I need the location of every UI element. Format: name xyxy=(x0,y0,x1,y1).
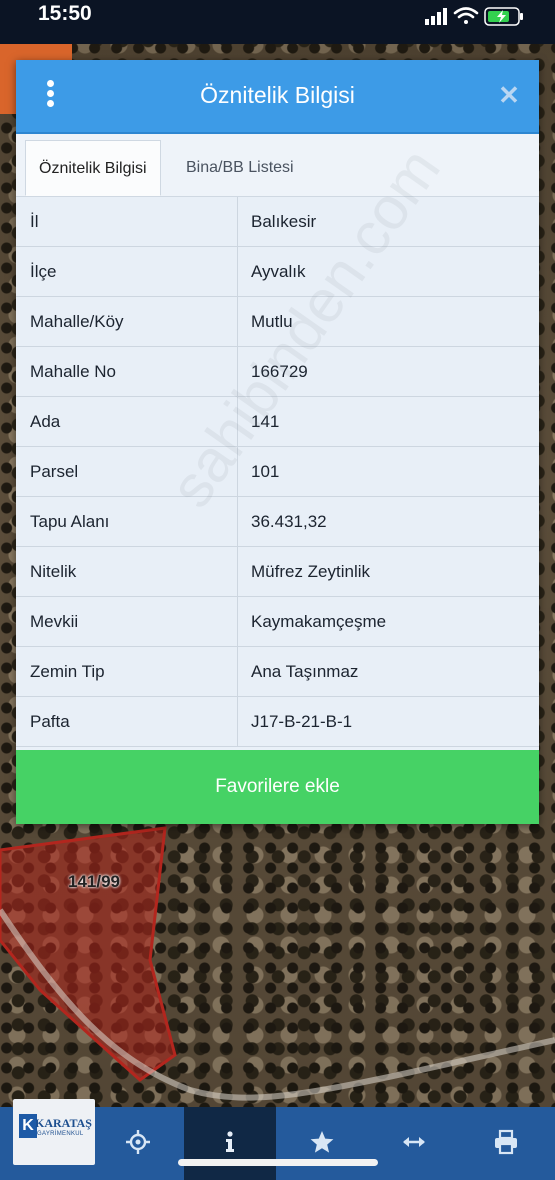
table-row: Mahalle/Köy Mutlu xyxy=(16,297,539,347)
row-value: Müfrez Zeytinlik xyxy=(251,562,371,581)
print-icon xyxy=(495,1129,517,1155)
measure-arrows-icon xyxy=(403,1137,425,1147)
star-icon xyxy=(310,1131,334,1153)
row-label: Ada xyxy=(30,412,61,431)
battery-icon xyxy=(484,7,523,26)
info-button[interactable] xyxy=(184,1107,276,1180)
row-label: Pafta xyxy=(30,712,70,731)
table-row: Zemin Tip Ana Taşınmaz xyxy=(16,647,539,697)
row-label: Mahalle/Köy xyxy=(30,312,124,331)
row-label: Tapu Alanı xyxy=(30,512,110,531)
tab-attribute-info[interactable]: Öznitelik Bilgisi xyxy=(25,140,161,196)
row-value: 166729 xyxy=(251,362,308,381)
row-label: Mevkii xyxy=(30,612,79,631)
table-row: Nitelik Müfrez Zeytinlik xyxy=(16,547,539,597)
close-icon[interactable]: ✕ xyxy=(495,80,523,110)
info-icon xyxy=(226,1131,234,1152)
logo-text: KARATAŞ xyxy=(35,1116,92,1130)
table-row: Ada 141 xyxy=(16,397,539,447)
home-indicator[interactable] xyxy=(178,1159,378,1166)
location-target-icon xyxy=(126,1130,150,1154)
table-row: Mevkii Kaymakamçeşme xyxy=(16,597,539,647)
table-row: Pafta J17-B-21-B-1 xyxy=(16,697,539,747)
wifi-icon xyxy=(453,7,479,24)
logo-subtext: GAYRİMENKUL xyxy=(37,1131,84,1137)
tab-building-list[interactable]: Bina/BB Listesi xyxy=(173,140,307,196)
print-button[interactable] xyxy=(460,1107,552,1180)
table-row: Tapu Alanı 36.431,32 xyxy=(16,497,539,547)
location-target-button[interactable] xyxy=(92,1107,184,1180)
status-icons xyxy=(423,4,533,35)
favorites-button[interactable] xyxy=(276,1107,368,1180)
row-label: Zemin Tip xyxy=(30,662,105,681)
attribute-dialog: Öznitelik Bilgisi ✕ Öznitelik Bilgisi Bi… xyxy=(16,60,539,824)
row-value: Mutlu xyxy=(251,312,293,331)
add-to-favorites-button[interactable]: Favorilere ekle xyxy=(16,750,539,824)
signal-icon xyxy=(425,8,447,25)
table-row: İlçe Ayvalık xyxy=(16,247,539,297)
row-label: İlçe xyxy=(30,262,57,281)
row-value: Ana Taşınmaz xyxy=(251,662,359,681)
row-value: 36.431,32 xyxy=(251,512,327,531)
row-label: Nitelik xyxy=(30,562,77,581)
row-value: 141 xyxy=(251,412,280,431)
table-row: Parsel 101 xyxy=(16,447,539,497)
parcel-polygon[interactable] xyxy=(0,790,555,1120)
row-label: Mahalle No xyxy=(30,362,116,381)
row-value: Kaymakamçeşme xyxy=(251,612,387,631)
status-time: 15:50 xyxy=(38,2,92,25)
table-row: Mahalle No 166729 xyxy=(16,347,539,397)
attribute-table: İl Balıkesir İlçe Ayvalık Mahalle/Köy Mutlu… xyxy=(16,197,539,747)
row-label: Parsel xyxy=(30,462,79,481)
measure-button[interactable] xyxy=(368,1107,460,1180)
row-value: 101 xyxy=(251,462,280,481)
tab-bar: Öznitelik Bilgisi Bina/BB Listesi xyxy=(16,134,539,197)
row-value: Balıkesir xyxy=(251,212,317,231)
row-label: İl xyxy=(30,212,39,231)
row-value: Ayvalık xyxy=(251,262,306,281)
status-bar: 15:50 xyxy=(0,0,555,44)
parcel-label: 141/99 xyxy=(68,872,120,891)
company-logo: K KARATAŞ GAYRİMENKUL xyxy=(13,1099,95,1165)
dialog-title: Öznitelik Bilgisi xyxy=(200,82,355,108)
row-value: J17-B-21-B-1 xyxy=(251,712,353,731)
dialog-header: Öznitelik Bilgisi ✕ xyxy=(16,60,539,134)
table-row: İl Balıkesir xyxy=(16,197,539,247)
